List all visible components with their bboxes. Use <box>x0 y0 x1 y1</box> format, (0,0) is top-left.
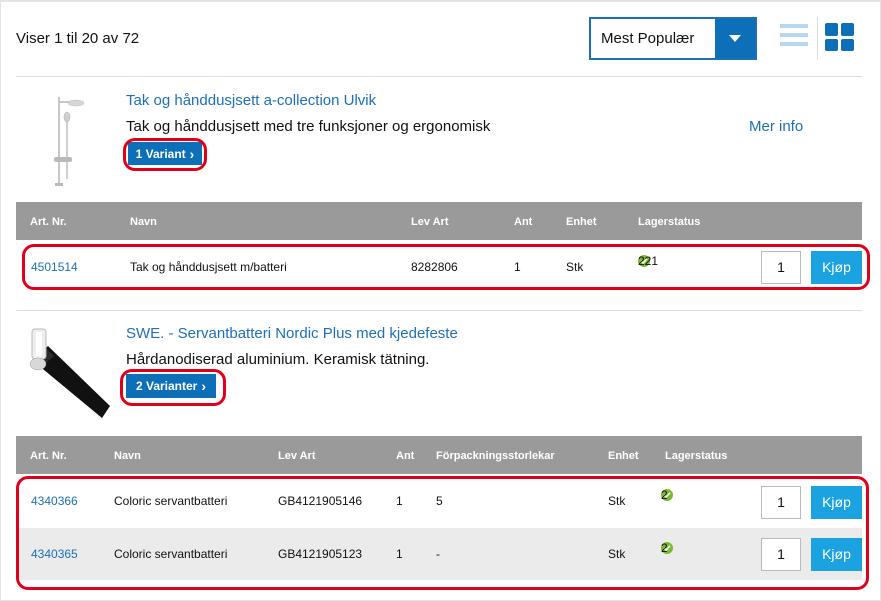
product-title-link[interactable]: SWE. - Servantbatteri Nordic Plus med kj… <box>126 325 458 342</box>
product-image-shower-set[interactable] <box>46 95 86 190</box>
sort-select[interactable]: Mest Populær <box>589 17 757 60</box>
divider <box>16 310 862 311</box>
list-view-icon[interactable] <box>780 24 808 48</box>
view-divider <box>817 17 818 60</box>
highlight-box <box>120 369 226 406</box>
column-header: Art. Nr. <box>30 216 67 228</box>
column-header: Ant <box>514 216 533 228</box>
chevron-down-icon <box>729 35 741 42</box>
column-header: Enhet <box>608 450 639 462</box>
column-header: Navn <box>130 216 157 228</box>
column-header: Lev Art <box>411 216 449 228</box>
sort-dropdown-button[interactable] <box>715 19 755 58</box>
product-image-faucet[interactable] <box>18 326 110 418</box>
product-description: Hårdanodiserad aluminium. Keramisk tätni… <box>126 351 430 368</box>
column-header: Navn <box>114 450 141 462</box>
highlight-box <box>16 476 869 590</box>
column-header: Ant <box>396 450 415 462</box>
highlight-box <box>123 138 207 171</box>
grid-view-icon[interactable] <box>825 23 855 51</box>
column-header: Förpackningsstorlekar <box>436 450 555 462</box>
product-description: Tak og hånddusjsett med tre funksjoner o… <box>126 118 491 135</box>
table-header: Art. Nr. Navn Lev Art Ant Enhet Lagersta… <box>16 202 862 240</box>
highlight-box <box>22 244 870 290</box>
column-header: Art. Nr. <box>30 450 67 462</box>
more-info-link[interactable]: Mer info <box>749 118 803 135</box>
table-header: Art. Nr. Navn Lev Art Ant Förpackningsst… <box>16 436 862 474</box>
divider <box>16 76 862 77</box>
column-header: Lev Art <box>278 450 316 462</box>
sort-selected-value: Mest Populær <box>601 30 695 47</box>
column-header: Enhet <box>566 216 597 228</box>
results-count: Viser 1 til 20 av 72 <box>16 30 140 47</box>
product-title-link[interactable]: Tak og hånddusjsett a-collection Ulvik <box>126 92 376 109</box>
column-header: Lagerstatus <box>638 216 701 228</box>
column-header: Lagerstatus <box>665 450 728 462</box>
